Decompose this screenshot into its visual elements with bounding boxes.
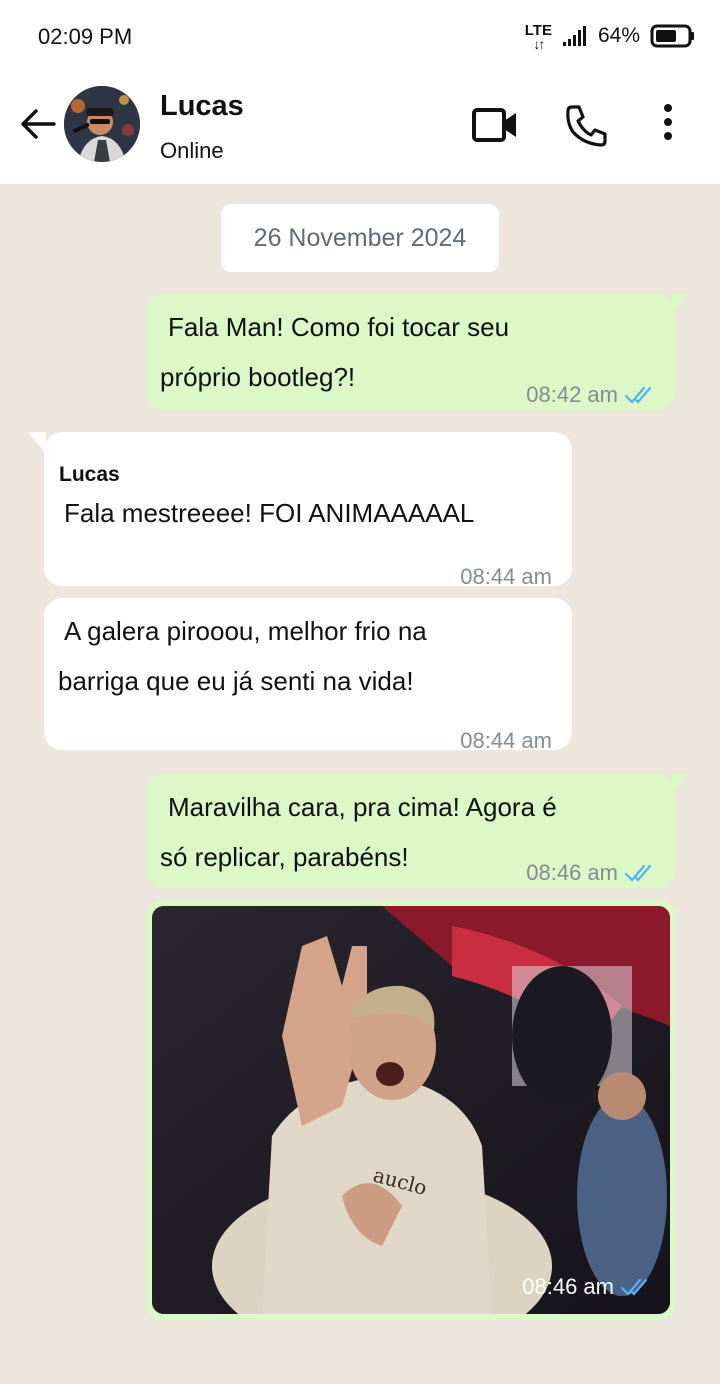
message-text-line: A galera pirooou, melhor frio na bbox=[64, 616, 427, 646]
contact-name[interactable]: Lucas bbox=[160, 90, 244, 123]
double-check-icon bbox=[624, 864, 652, 882]
lte-icon: LTE ↓↑ bbox=[524, 21, 552, 52]
incoming-message[interactable]: Lucas Fala mestreeee! FOI ANIMAAAAAL 08:… bbox=[28, 432, 572, 589]
more-options-icon bbox=[664, 104, 672, 140]
contact-avatar[interactable] bbox=[64, 86, 140, 162]
message-time: 08:44 am bbox=[460, 564, 552, 589]
more-options-button[interactable] bbox=[656, 102, 680, 148]
image-attachment[interactable]: auclo 08:46 am bbox=[152, 906, 670, 1314]
message-time: 08:44 am bbox=[460, 728, 552, 753]
chat-header: Lucas Online bbox=[0, 72, 720, 184]
video-call-button[interactable] bbox=[470, 102, 522, 148]
double-check-icon bbox=[620, 1278, 648, 1296]
phone-icon bbox=[566, 105, 607, 147]
chat-area[interactable]: 26 November 2024 Fala Man! Como foi toca… bbox=[0, 184, 720, 1384]
message-time: 08:42 am bbox=[526, 382, 618, 407]
status-bar: 02:09 PM LTE ↓↑ 64% bbox=[0, 0, 720, 72]
message-meta: 08:42 am bbox=[526, 370, 656, 420]
signal-icon bbox=[562, 26, 586, 46]
back-arrow-icon bbox=[21, 109, 56, 139]
image-meta: 08:46 am bbox=[522, 1274, 652, 1300]
message-text-line: barriga que eu já senti na vida! bbox=[58, 666, 414, 696]
battery-percentage: 64% bbox=[597, 24, 640, 47]
message-text-line: Fala mestreeee! FOI ANIMAAAAAL bbox=[64, 498, 475, 528]
message-meta: 08:46 am bbox=[526, 848, 656, 898]
battery-icon bbox=[650, 24, 694, 48]
voice-call-button[interactable] bbox=[564, 102, 610, 148]
message-time: 08:46 am bbox=[526, 860, 618, 885]
video-call-icon bbox=[472, 108, 516, 142]
outgoing-image-message[interactable]: auclo 08:46 am bbox=[146, 900, 676, 1320]
status-indicators: LTE ↓↑ 64% bbox=[525, 16, 696, 56]
message-text-line: Maravilha cara, pra cima! Agora é bbox=[168, 792, 557, 822]
back-button[interactable] bbox=[18, 106, 58, 142]
outgoing-message[interactable]: Fala Man! Como foi tocar seu próprio boo… bbox=[146, 294, 690, 410]
outgoing-message[interactable]: Maravilha cara, pra cima! Agora é só rep… bbox=[146, 774, 690, 888]
contact-status: Online bbox=[160, 138, 224, 163]
date-separator: 26 November 2024 bbox=[221, 204, 499, 272]
double-check-icon bbox=[624, 386, 652, 404]
message-text-line: Fala Man! Como foi tocar seu bbox=[168, 312, 510, 342]
status-time: 02:09 PM bbox=[38, 24, 133, 49]
message-time: 08:46 am bbox=[522, 1274, 614, 1299]
incoming-message[interactable]: A galera pirooou, melhor frio na barriga… bbox=[44, 598, 572, 753]
